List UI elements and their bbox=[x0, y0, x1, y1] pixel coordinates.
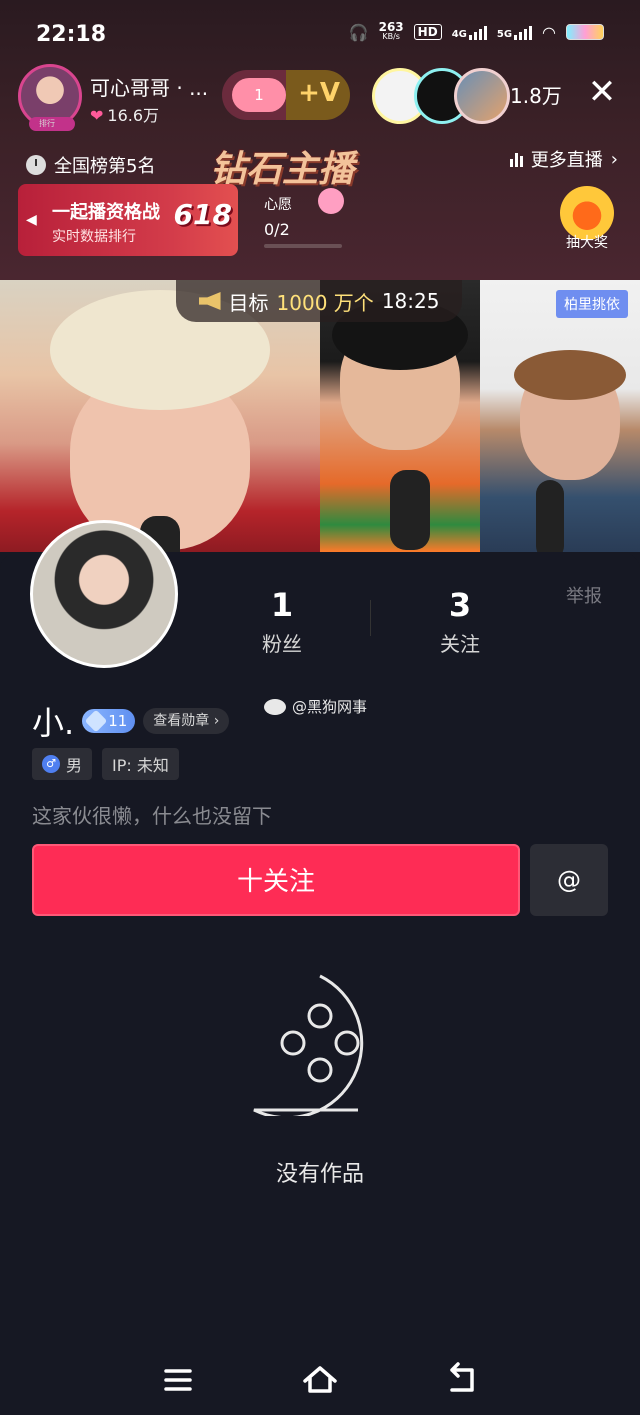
ip-tag: IP: 未知 bbox=[102, 748, 179, 780]
more-live-button[interactable]: 更多直播 › bbox=[509, 146, 618, 172]
host-rank-tag: 排行 bbox=[29, 117, 75, 131]
microphone bbox=[390, 470, 430, 550]
goal-label: 目标 bbox=[228, 290, 269, 315]
wifi-icon: ◠ bbox=[542, 22, 556, 42]
bars-icon bbox=[509, 151, 523, 167]
goal-time: 18:25 bbox=[381, 289, 440, 313]
status-icons: 🎧 263 KB/s HD 4G 5G ◠ bbox=[348, 20, 604, 42]
wish-count: 0/2 bbox=[264, 220, 290, 239]
lottery-button[interactable]: 抽大奖 bbox=[552, 186, 622, 256]
watermark: @黑狗网事 bbox=[264, 696, 367, 717]
avatar[interactable] bbox=[30, 520, 178, 668]
battle-subtitle: 实时数据排行 bbox=[52, 229, 136, 245]
empty-works-icon bbox=[253, 974, 364, 1116]
status-bar: 22:18 🎧 263 KB/s HD 4G 5G ◠ bbox=[0, 0, 640, 64]
goal-amount: 1000 万个 bbox=[276, 290, 374, 315]
divider bbox=[370, 600, 371, 636]
video-tile-guest[interactable]: 柏里挑依 bbox=[480, 280, 640, 552]
battle-card[interactable]: ◀ 一起播资格战 实时数据排行 618 bbox=[18, 184, 238, 256]
chevron-right-icon: › bbox=[610, 148, 618, 170]
gem-icon bbox=[84, 709, 108, 733]
rank-text: 全国榜第5名 bbox=[54, 156, 156, 177]
wish-progress-bar bbox=[264, 244, 342, 248]
goal-pill[interactable]: 目标 1000 万个 18:25 bbox=[176, 280, 462, 322]
heart-badge: 1 bbox=[232, 78, 286, 112]
system-nav-bar bbox=[0, 1332, 640, 1415]
host-row: 排行 可心哥哥 · ... ❤ 16.6万 1 +V 1.8万 ✕ bbox=[18, 64, 620, 131]
report-button[interactable]: 举报 bbox=[566, 582, 602, 608]
host-fans: ❤ 16.6万 bbox=[90, 106, 160, 125]
viewer-avatar[interactable] bbox=[454, 68, 510, 124]
close-icon[interactable]: ✕ bbox=[584, 74, 620, 110]
bio-text: 这家伙很懒，什么也没留下 bbox=[32, 804, 272, 828]
name-row: 小. 11 查看勋章 › bbox=[32, 698, 230, 744]
male-icon: ♂ bbox=[42, 755, 60, 773]
microphone bbox=[536, 480, 564, 552]
battle-title: 一起播资格战 bbox=[52, 202, 160, 223]
tags-row: ♂ 男 IP: 未知 bbox=[32, 748, 179, 780]
plus-v-icon: +V bbox=[298, 78, 340, 108]
wish-gift-icon bbox=[318, 188, 344, 214]
following-label: 关注 bbox=[440, 632, 480, 656]
rank-row[interactable]: 全国榜第5名 bbox=[26, 152, 155, 178]
battery-icon bbox=[566, 24, 604, 40]
clock-icon bbox=[26, 155, 46, 175]
signal-5g: 5G bbox=[497, 24, 533, 40]
headphone-icon: 🎧 bbox=[348, 22, 369, 42]
host-name[interactable]: 可心哥哥 · ... bbox=[90, 72, 208, 101]
heart-icon: ❤ bbox=[90, 106, 104, 125]
fans-count: 1 bbox=[270, 586, 294, 624]
weibo-icon bbox=[264, 698, 286, 715]
follow-gift-pill[interactable]: 1 +V bbox=[222, 70, 350, 120]
status-time: 22:18 bbox=[36, 22, 107, 47]
signal-4g: 4G bbox=[452, 24, 487, 40]
net-speed: 263 KB/s bbox=[378, 20, 404, 41]
level-badge[interactable]: 11 bbox=[82, 709, 136, 733]
live-room-header: 22:18 🎧 263 KB/s HD 4G 5G ◠ 排行 可心哥哥 · ..… bbox=[0, 0, 640, 280]
following-count: 3 bbox=[448, 586, 472, 624]
mention-button[interactable]: @ bbox=[530, 844, 608, 916]
viewer-avatars[interactable] bbox=[372, 68, 510, 124]
profile-sheet: 1 粉丝 3 关注 举报 小. 11 查看勋章 › @黑狗网事 ♂ 男 IP: … bbox=[0, 520, 640, 1415]
host-avatar[interactable]: 排行 bbox=[18, 64, 82, 131]
guest-face bbox=[514, 350, 626, 480]
back-icon[interactable] bbox=[442, 1360, 482, 1400]
wish-label[interactable]: 心愿 bbox=[264, 194, 292, 214]
empty-works-text: 没有作品 bbox=[275, 1162, 364, 1187]
video-strip[interactable]: 柏里挑依 目标 1000 万个 18:25 bbox=[0, 280, 640, 552]
fans-stat[interactable]: 1 粉丝 bbox=[222, 586, 342, 657]
guest-name-tag: 柏里挑依 bbox=[556, 290, 628, 318]
home-icon[interactable] bbox=[300, 1360, 340, 1400]
menu-icon[interactable] bbox=[158, 1360, 198, 1400]
follow-button[interactable]: 十关注 bbox=[32, 844, 520, 916]
user-name: 小. bbox=[32, 704, 75, 742]
view-badges-button[interactable]: 查看勋章 › bbox=[143, 708, 230, 734]
guest-face bbox=[332, 300, 468, 450]
following-stat[interactable]: 3 关注 bbox=[400, 586, 520, 657]
viewer-count[interactable]: 1.8万 bbox=[510, 80, 562, 109]
gender-tag: ♂ 男 bbox=[32, 748, 93, 780]
hd-icon: HD bbox=[413, 24, 442, 40]
battle-618-badge: 618 bbox=[173, 198, 232, 231]
fans-label: 粉丝 bbox=[262, 632, 302, 656]
horn-icon bbox=[198, 292, 221, 310]
lottery-label: 抽大奖 bbox=[566, 235, 608, 251]
arrow-left-icon: ◀ bbox=[26, 212, 37, 228]
